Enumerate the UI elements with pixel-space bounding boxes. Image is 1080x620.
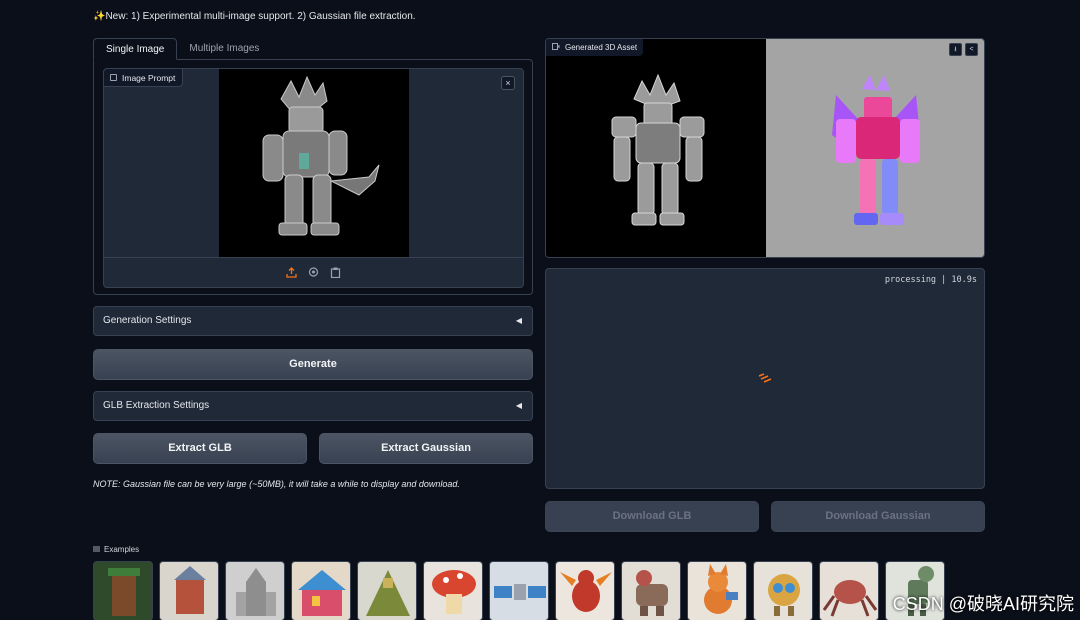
tab-single-image[interactable]: Single Image bbox=[93, 38, 178, 60]
generate-button[interactable]: Generate bbox=[93, 349, 533, 380]
mech-robot-normal-render bbox=[832, 75, 920, 225]
example-red-brick-house[interactable] bbox=[159, 561, 219, 620]
loading-spinner-icon bbox=[758, 373, 772, 383]
example-round-robot[interactable] bbox=[753, 561, 813, 620]
image-tabs: Single Image Multiple Images bbox=[93, 38, 271, 60]
example-colorful-house[interactable] bbox=[291, 561, 351, 620]
kaiju-robot-image bbox=[262, 75, 380, 236]
image-prompt-label-text: Image Prompt bbox=[122, 72, 176, 83]
extract-gaussian-button[interactable]: Extract Gaussian bbox=[319, 433, 533, 464]
gaussian-note: NOTE: Gaussian file can be very large (~… bbox=[93, 479, 460, 489]
webcam-icon[interactable] bbox=[308, 267, 320, 279]
collapse-arrow-icon: ◀ bbox=[515, 316, 522, 325]
tab-multiple-images[interactable]: Multiple Images bbox=[177, 38, 271, 60]
notice-text: ✨New: 1) Experimental multi-image suppor… bbox=[93, 11, 416, 22]
clipboard-icon[interactable] bbox=[330, 267, 342, 279]
image-prompt-label: Image Prompt bbox=[104, 69, 184, 87]
prompt-image bbox=[219, 69, 409, 257]
image-icon bbox=[110, 74, 117, 81]
glb-extraction-settings-accordion[interactable]: GLB Extraction Settings ◀ bbox=[93, 391, 533, 421]
example-elephant-robot[interactable] bbox=[621, 561, 681, 620]
list-icon bbox=[93, 545, 100, 554]
glb-settings-label: GLB Extraction Settings bbox=[103, 400, 210, 411]
example-satellite[interactable] bbox=[489, 561, 549, 620]
download-gaussian-button[interactable]: Download Gaussian bbox=[771, 501, 985, 532]
generation-settings-label: Generation Settings bbox=[103, 315, 192, 326]
examples-label: Examples bbox=[93, 545, 139, 554]
examples-label-text: Examples bbox=[104, 545, 140, 554]
mech-robot-render bbox=[611, 73, 705, 226]
upload-icon[interactable] bbox=[286, 267, 298, 279]
3d-model-viewer[interactable]: processing | 10.9s bbox=[545, 268, 985, 489]
render-normal-view bbox=[766, 39, 984, 257]
example-fox-creature[interactable] bbox=[687, 561, 747, 620]
render-color-view bbox=[546, 39, 766, 257]
image-prompt-box[interactable]: Image Prompt × bbox=[103, 68, 524, 288]
generated-3d-asset-video[interactable]: Generated 3D Asset ⭳ < bbox=[545, 38, 985, 258]
video-actions: ⭳ < bbox=[949, 43, 978, 56]
example-mushroom-house[interactable] bbox=[423, 561, 483, 620]
upload-source-bar bbox=[104, 257, 523, 287]
download-icon[interactable]: ⭳ bbox=[949, 43, 962, 56]
example-pyramid-temple[interactable] bbox=[357, 561, 417, 620]
watermark-text: CSDN @破晓AI研究院 bbox=[892, 594, 1074, 614]
video-icon bbox=[552, 39, 560, 56]
progress-status: processing | 10.9s bbox=[884, 275, 977, 285]
example-red-dragon[interactable] bbox=[555, 561, 615, 620]
download-glb-button[interactable]: Download GLB bbox=[545, 501, 759, 532]
single-image-panel: Image Prompt × bbox=[93, 59, 533, 295]
video-label: Generated 3D Asset bbox=[546, 39, 644, 56]
example-stone-castle[interactable] bbox=[225, 561, 285, 620]
clear-image-button[interactable]: × bbox=[501, 76, 515, 90]
close-icon: × bbox=[505, 78, 511, 88]
example-crab-robot[interactable] bbox=[819, 561, 879, 620]
generation-settings-accordion[interactable]: Generation Settings ◀ bbox=[93, 306, 533, 336]
example-vine-tower[interactable] bbox=[93, 561, 153, 620]
collapse-arrow-icon: ◀ bbox=[515, 401, 522, 410]
video-label-text: Generated 3D Asset bbox=[565, 43, 638, 52]
extract-glb-button[interactable]: Extract GLB bbox=[93, 433, 307, 464]
share-icon[interactable]: < bbox=[965, 43, 978, 56]
examples-gallery bbox=[93, 561, 945, 620]
